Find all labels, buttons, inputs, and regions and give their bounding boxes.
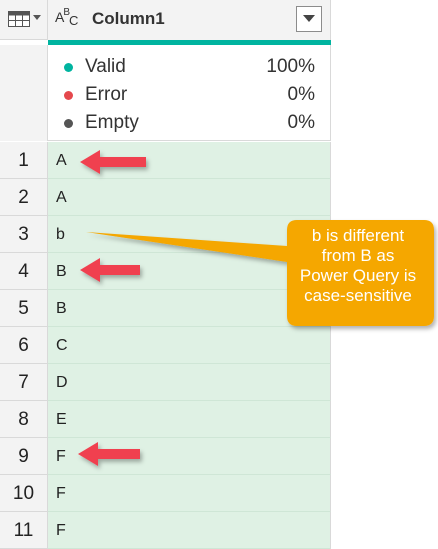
row-number: 6 (0, 327, 48, 364)
quality-empty-row: Empty 0% (48, 109, 331, 137)
table-row[interactable]: 9 F (0, 438, 331, 475)
row-number: 4 (0, 253, 48, 290)
table-row[interactable]: 10 F (0, 475, 331, 512)
row-number: 7 (0, 364, 48, 401)
table-menu-button[interactable] (0, 0, 48, 40)
column-title: Column1 (92, 9, 165, 28)
table-cell[interactable]: D (48, 364, 331, 401)
row-number: 2 (0, 179, 48, 216)
row-number: 11 (0, 512, 48, 549)
query-editor-grid: ABC Column1 Valid 100% Error 0% Empty 0%… (0, 0, 331, 549)
quality-percent: 0% (287, 112, 315, 133)
callout-line: b is different (311, 226, 405, 245)
table-cell[interactable]: A (48, 179, 331, 216)
table-row[interactable]: 11 F (0, 512, 331, 549)
row-number-header-spacer (0, 45, 48, 141)
table-cell[interactable]: B (48, 253, 331, 290)
table-cell[interactable]: B (48, 290, 331, 327)
table-row[interactable]: 6 C (0, 327, 331, 364)
table-icon (8, 11, 30, 27)
valid-dot-icon (64, 63, 73, 72)
table-row[interactable]: 3 b (0, 216, 331, 253)
text-type-icon[interactable]: ABC (55, 7, 78, 28)
filter-dropdown-button[interactable] (296, 6, 322, 32)
quality-valid-row: Valid 100% (48, 53, 331, 81)
table-cell[interactable]: b (48, 216, 331, 253)
empty-dot-icon (64, 119, 73, 128)
quality-percent: 0% (287, 84, 315, 105)
table-cell[interactable]: F (48, 475, 331, 512)
table-cell[interactable]: F (48, 438, 331, 475)
table-row[interactable]: 1 A (0, 142, 331, 179)
chevron-down-icon (33, 15, 41, 20)
table-cell[interactable]: C (48, 327, 331, 364)
table-cell[interactable]: F (48, 512, 331, 549)
quality-label: Valid (85, 56, 126, 77)
row-number: 5 (0, 290, 48, 327)
table-cell[interactable]: A (48, 142, 331, 179)
table-row[interactable]: 8 E (0, 401, 331, 438)
quality-label: Empty (85, 112, 139, 133)
table-cell[interactable]: E (48, 401, 331, 438)
chevron-down-icon (303, 15, 315, 22)
callout-text: b is different from B as Power Query is … (290, 226, 426, 306)
table-row[interactable]: 5 B (0, 290, 331, 327)
row-number: 9 (0, 438, 48, 475)
table-row[interactable]: 2 A (0, 179, 331, 216)
column-quality-panel: Valid 100% Error 0% Empty 0% (48, 45, 331, 141)
table-row[interactable]: 7 D (0, 364, 331, 401)
row-number: 10 (0, 475, 48, 512)
quality-error-row: Error 0% (48, 81, 331, 109)
quality-percent: 100% (266, 56, 315, 77)
row-number: 3 (0, 216, 48, 253)
table-row[interactable]: 4 B (0, 253, 331, 290)
quality-label: Error (85, 84, 128, 105)
column-header[interactable]: ABC Column1 (48, 0, 331, 40)
row-number: 1 (0, 142, 48, 179)
callout-line: case-sensitive (304, 286, 412, 305)
callout-line: from B as (321, 246, 395, 265)
error-dot-icon (64, 91, 73, 100)
row-number: 8 (0, 401, 48, 438)
callout-line: Power Query is (299, 266, 417, 285)
